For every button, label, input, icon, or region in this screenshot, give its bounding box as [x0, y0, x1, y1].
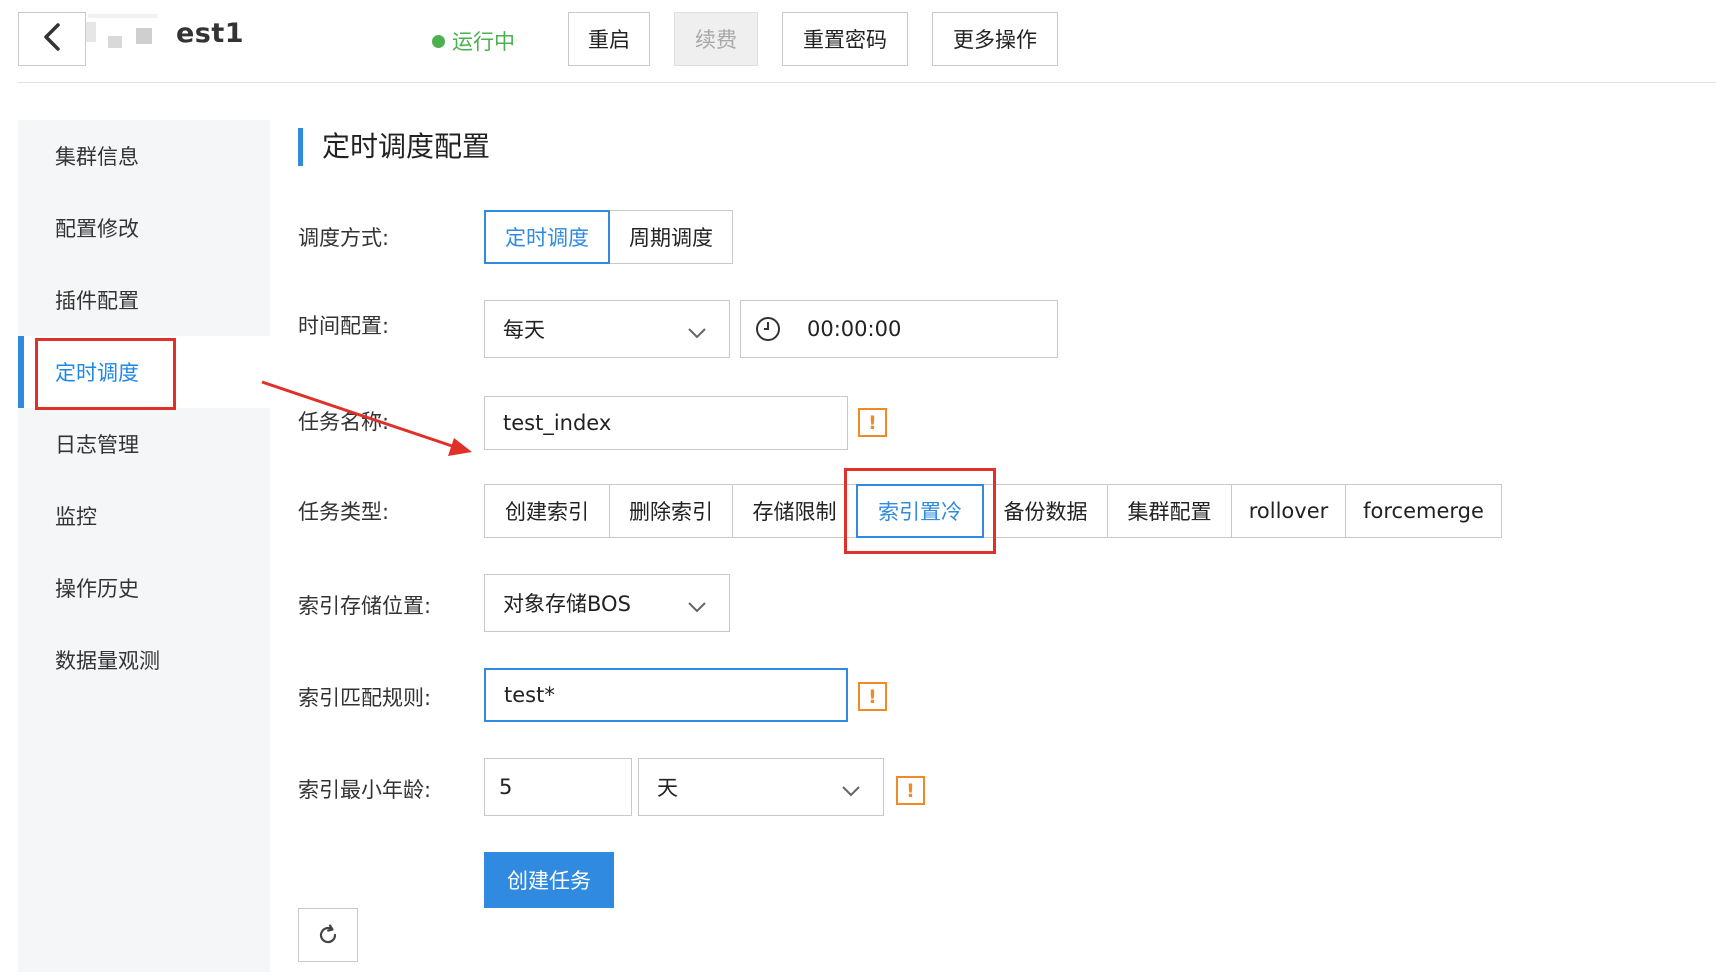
refresh-icon: [316, 923, 340, 947]
task-name-input[interactable]: test_index: [484, 396, 848, 450]
storage-location-value: 对象存储BOS: [503, 592, 631, 616]
match-rule-label: 索引匹配规则:: [298, 686, 432, 710]
title-redaction: [86, 14, 174, 56]
storage-location-label: 索引存储位置:: [298, 594, 432, 618]
task-type-backup-data[interactable]: 备份数据: [983, 484, 1108, 538]
back-button[interactable]: [18, 12, 86, 66]
time-value: 00:00:00: [807, 317, 902, 341]
restart-button[interactable]: 重启: [568, 12, 650, 66]
reset-password-button[interactable]: 重置密码: [782, 12, 908, 66]
task-type-cluster-config[interactable]: 集群配置: [1107, 484, 1232, 538]
task-type-storage-limit[interactable]: 存储限制: [732, 484, 857, 538]
frequency-select[interactable]: 每天: [484, 300, 730, 358]
status-indicator: 运行中: [432, 26, 515, 56]
more-actions-button[interactable]: 更多操作: [932, 12, 1058, 66]
task-type-forcemerge[interactable]: forcemerge: [1345, 484, 1502, 538]
min-age-input[interactable]: 5: [484, 758, 632, 816]
sidebar-item-log-management[interactable]: 日志管理: [18, 408, 270, 480]
schedule-mode-timed[interactable]: 定时调度: [484, 210, 610, 264]
warning-icon: !: [858, 408, 887, 437]
task-type-index-cold[interactable]: 索引置冷: [856, 484, 984, 538]
refresh-button[interactable]: [298, 908, 358, 962]
match-rule-input[interactable]: test*: [484, 668, 848, 722]
cluster-title: est1: [176, 18, 245, 49]
status-text: 运行中: [452, 30, 515, 54]
sidebar-active-indicator: [18, 336, 24, 408]
chevron-down-icon: [687, 595, 707, 619]
sidebar-item-monitoring[interactable]: 监控: [18, 480, 270, 552]
sidebar-item-cluster-info[interactable]: 集群信息: [18, 120, 270, 192]
status-dot: [432, 34, 445, 48]
clock-icon: [755, 316, 781, 342]
task-type-rollover[interactable]: rollover: [1231, 484, 1346, 538]
schedule-mode-periodic[interactable]: 周期调度: [609, 210, 733, 264]
renew-button[interactable]: 续费: [674, 12, 758, 66]
chevron-down-icon: [687, 321, 707, 345]
task-name-label: 任务名称:: [298, 410, 390, 434]
sidebar-item-config-edit[interactable]: 配置修改: [18, 192, 270, 264]
section-title: 定时调度配置: [322, 130, 491, 163]
task-type-label: 任务类型:: [298, 500, 390, 524]
warning-icon: !: [858, 682, 887, 711]
sidebar-item-plugin-config[interactable]: 插件配置: [18, 264, 270, 336]
sidebar-item-operation-history[interactable]: 操作历史: [18, 552, 270, 624]
min-age-unit-value: 天: [657, 776, 678, 800]
chevron-left-icon: [41, 22, 63, 56]
schedule-mode-label: 调度方式:: [298, 226, 390, 250]
header-divider: [18, 82, 1716, 83]
task-type-delete-index[interactable]: 删除索引: [609, 484, 733, 538]
sidebar-item-data-volume[interactable]: 数据量观测: [18, 624, 270, 696]
min-age-label: 索引最小年龄:: [298, 778, 432, 802]
section-accent-bar: [298, 128, 303, 166]
task-type-create-index[interactable]: 创建索引: [484, 484, 610, 538]
warning-icon: !: [896, 776, 925, 805]
frequency-value: 每天: [503, 318, 545, 342]
time-config-label: 时间配置:: [298, 314, 390, 338]
create-task-button[interactable]: 创建任务: [484, 852, 614, 908]
chevron-down-icon: [841, 779, 861, 803]
time-picker[interactable]: 00:00:00: [740, 300, 1058, 358]
storage-location-select[interactable]: 对象存储BOS: [484, 574, 730, 632]
annotation-highlight-sidebar: [35, 338, 176, 410]
min-age-unit-select[interactable]: 天: [638, 758, 884, 816]
